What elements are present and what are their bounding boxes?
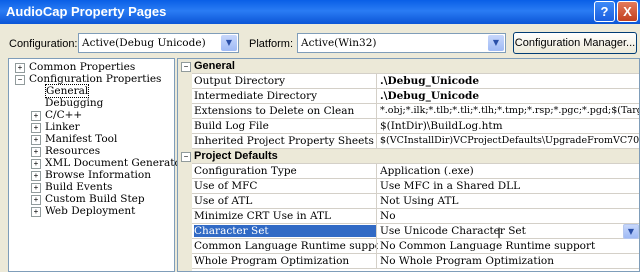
- expand-plus-icon[interactable]: +: [31, 159, 41, 169]
- property-name: Common Language Runtime support: [194, 240, 378, 252]
- property-value: $(VCInstallDir)VCProjectDefaults\Upgrade…: [380, 135, 639, 146]
- property-value: $(IntDir)\BuildLog.htm: [380, 120, 503, 132]
- property-value: Application (.exe): [380, 165, 474, 177]
- tree-item-build-events[interactable]: Build Events: [45, 181, 112, 193]
- text-cursor-icon: I: [497, 226, 502, 242]
- property-tree[interactable]: + Common Properties − Configuration Prop…: [8, 58, 186, 272]
- close-button[interactable]: X: [617, 1, 638, 22]
- property-row-minimize-crt[interactable]: Minimize CRT Use in ATL No: [192, 209, 639, 224]
- tree-item-cpp[interactable]: C/C++: [45, 109, 82, 121]
- configuration-dropdown[interactable]: Active(Debug Unicode) ▼: [78, 33, 239, 53]
- property-value: *.obj;*.ilk;*.tlb;*.tli;*.tlh;*.tmp;*.rs…: [380, 105, 639, 116]
- chevron-down-icon: ▼: [221, 35, 237, 51]
- property-row-use-of-atl[interactable]: Use of ATL Not Using ATL: [192, 194, 639, 209]
- property-row-use-of-mfc[interactable]: Use of MFC Use MFC in a Shared DLL: [192, 179, 639, 194]
- tree-item-manifest-tool[interactable]: Manifest Tool: [45, 133, 117, 145]
- configuration-manager-button[interactable]: Configuration Manager...: [513, 32, 637, 54]
- category-general[interactable]: − General: [181, 59, 639, 74]
- chevron-down-icon[interactable]: ▼: [623, 224, 639, 239]
- property-name: Inherited Project Property Sheets: [194, 135, 374, 147]
- expand-plus-icon[interactable]: +: [31, 111, 41, 121]
- property-value: Use MFC in a Shared DLL: [380, 180, 521, 192]
- property-value: .\Debug_Unicode: [380, 75, 480, 87]
- category-label: General: [194, 60, 235, 72]
- property-row-output-directory[interactable]: Output Directory .\Debug_Unicode: [192, 74, 639, 89]
- expand-plus-icon[interactable]: +: [31, 147, 41, 157]
- property-row-configuration-type[interactable]: Configuration Type Application (.exe): [192, 164, 639, 179]
- tree-item-common-properties[interactable]: Common Properties: [29, 61, 135, 73]
- tree-item-web-deployment[interactable]: Web Deployment: [45, 205, 135, 217]
- property-name: Use of MFC: [194, 180, 258, 192]
- property-value: .\Debug_Unicode: [380, 90, 480, 102]
- category-project-defaults[interactable]: − Project Defaults: [181, 149, 639, 164]
- collapse-minus-icon[interactable]: −: [15, 75, 25, 85]
- expand-plus-icon[interactable]: +: [15, 63, 25, 73]
- tree-item-general[interactable]: General: [45, 84, 90, 98]
- expand-plus-icon[interactable]: +: [31, 135, 41, 145]
- collapse-minus-icon[interactable]: −: [181, 62, 191, 72]
- property-value: No Whole Program Optimization: [380, 255, 555, 267]
- expand-plus-icon[interactable]: +: [31, 207, 41, 217]
- tree-item-linker[interactable]: Linker: [45, 121, 80, 133]
- property-name: Use of ATL: [194, 195, 253, 207]
- category-label: Project Defaults: [194, 150, 278, 162]
- property-value: Not Using ATL: [380, 195, 459, 207]
- property-row-whole-program-optimization[interactable]: Whole Program Optimization No Whole Prog…: [192, 254, 639, 269]
- expand-plus-icon[interactable]: +: [31, 171, 41, 181]
- property-name: Extensions to Delete on Clean: [194, 105, 355, 117]
- property-value: Use Unicode Character Set: [380, 225, 526, 237]
- property-row-build-log-file[interactable]: Build Log File $(IntDir)\BuildLog.htm: [192, 119, 639, 134]
- property-name: Character Set: [194, 225, 376, 237]
- tree-item-browse-information[interactable]: Browse Information: [45, 169, 151, 181]
- tree-item-resources[interactable]: Resources: [45, 145, 100, 157]
- help-button[interactable]: ?: [594, 1, 615, 22]
- property-name: Intermediate Directory: [194, 90, 318, 102]
- property-value: No: [380, 210, 396, 222]
- tree-item-debugging[interactable]: Debugging: [45, 97, 103, 109]
- window-title: AudioCap Property Pages: [6, 4, 167, 19]
- expand-plus-icon[interactable]: +: [31, 195, 41, 205]
- property-name: Output Directory: [194, 75, 286, 87]
- chevron-down-icon: ▼: [488, 35, 504, 51]
- property-row-extensions-to-delete[interactable]: Extensions to Delete on Clean *.obj;*.il…: [192, 104, 639, 119]
- platform-dropdown[interactable]: Active(Win32) ▼: [297, 33, 506, 53]
- property-name: Whole Program Optimization: [194, 255, 350, 267]
- property-name: Configuration Type: [194, 165, 297, 177]
- platform-label: Platform:: [249, 38, 294, 50]
- expand-plus-icon[interactable]: +: [31, 123, 41, 133]
- configuration-value: Active(Debug Unicode): [82, 37, 206, 49]
- collapse-minus-icon[interactable]: −: [181, 152, 191, 162]
- configuration-label: Configuration:: [9, 38, 78, 50]
- platform-value: Active(Win32): [301, 37, 377, 49]
- property-row-character-set[interactable]: Character Set Use Unicode Character Set …: [192, 224, 639, 239]
- property-value: No Common Language Runtime support: [380, 240, 596, 252]
- property-name: Build Log File: [194, 120, 269, 132]
- property-row-inherited-property-sheets[interactable]: Inherited Project Property Sheets $(VCIn…: [192, 134, 639, 149]
- property-grid[interactable]: − General Output Directory .\Debug_Unico…: [177, 58, 640, 272]
- property-row-intermediate-directory[interactable]: Intermediate Directory .\Debug_Unicode: [192, 89, 639, 104]
- grid-gutter: [178, 59, 192, 271]
- title-bar: AudioCap Property Pages ? X: [0, 0, 640, 24]
- tree-item-custom-build-step[interactable]: Custom Build Step: [45, 193, 145, 205]
- property-row-clr-support[interactable]: Common Language Runtime support No Commo…: [192, 239, 639, 254]
- property-name: Minimize CRT Use in ATL: [194, 210, 331, 222]
- configuration-bar: Configuration: Active(Debug Unicode) ▼ P…: [0, 24, 640, 58]
- tree-item-xml-document-generator[interactable]: XML Document Generator: [45, 157, 186, 169]
- expand-plus-icon[interactable]: +: [31, 183, 41, 193]
